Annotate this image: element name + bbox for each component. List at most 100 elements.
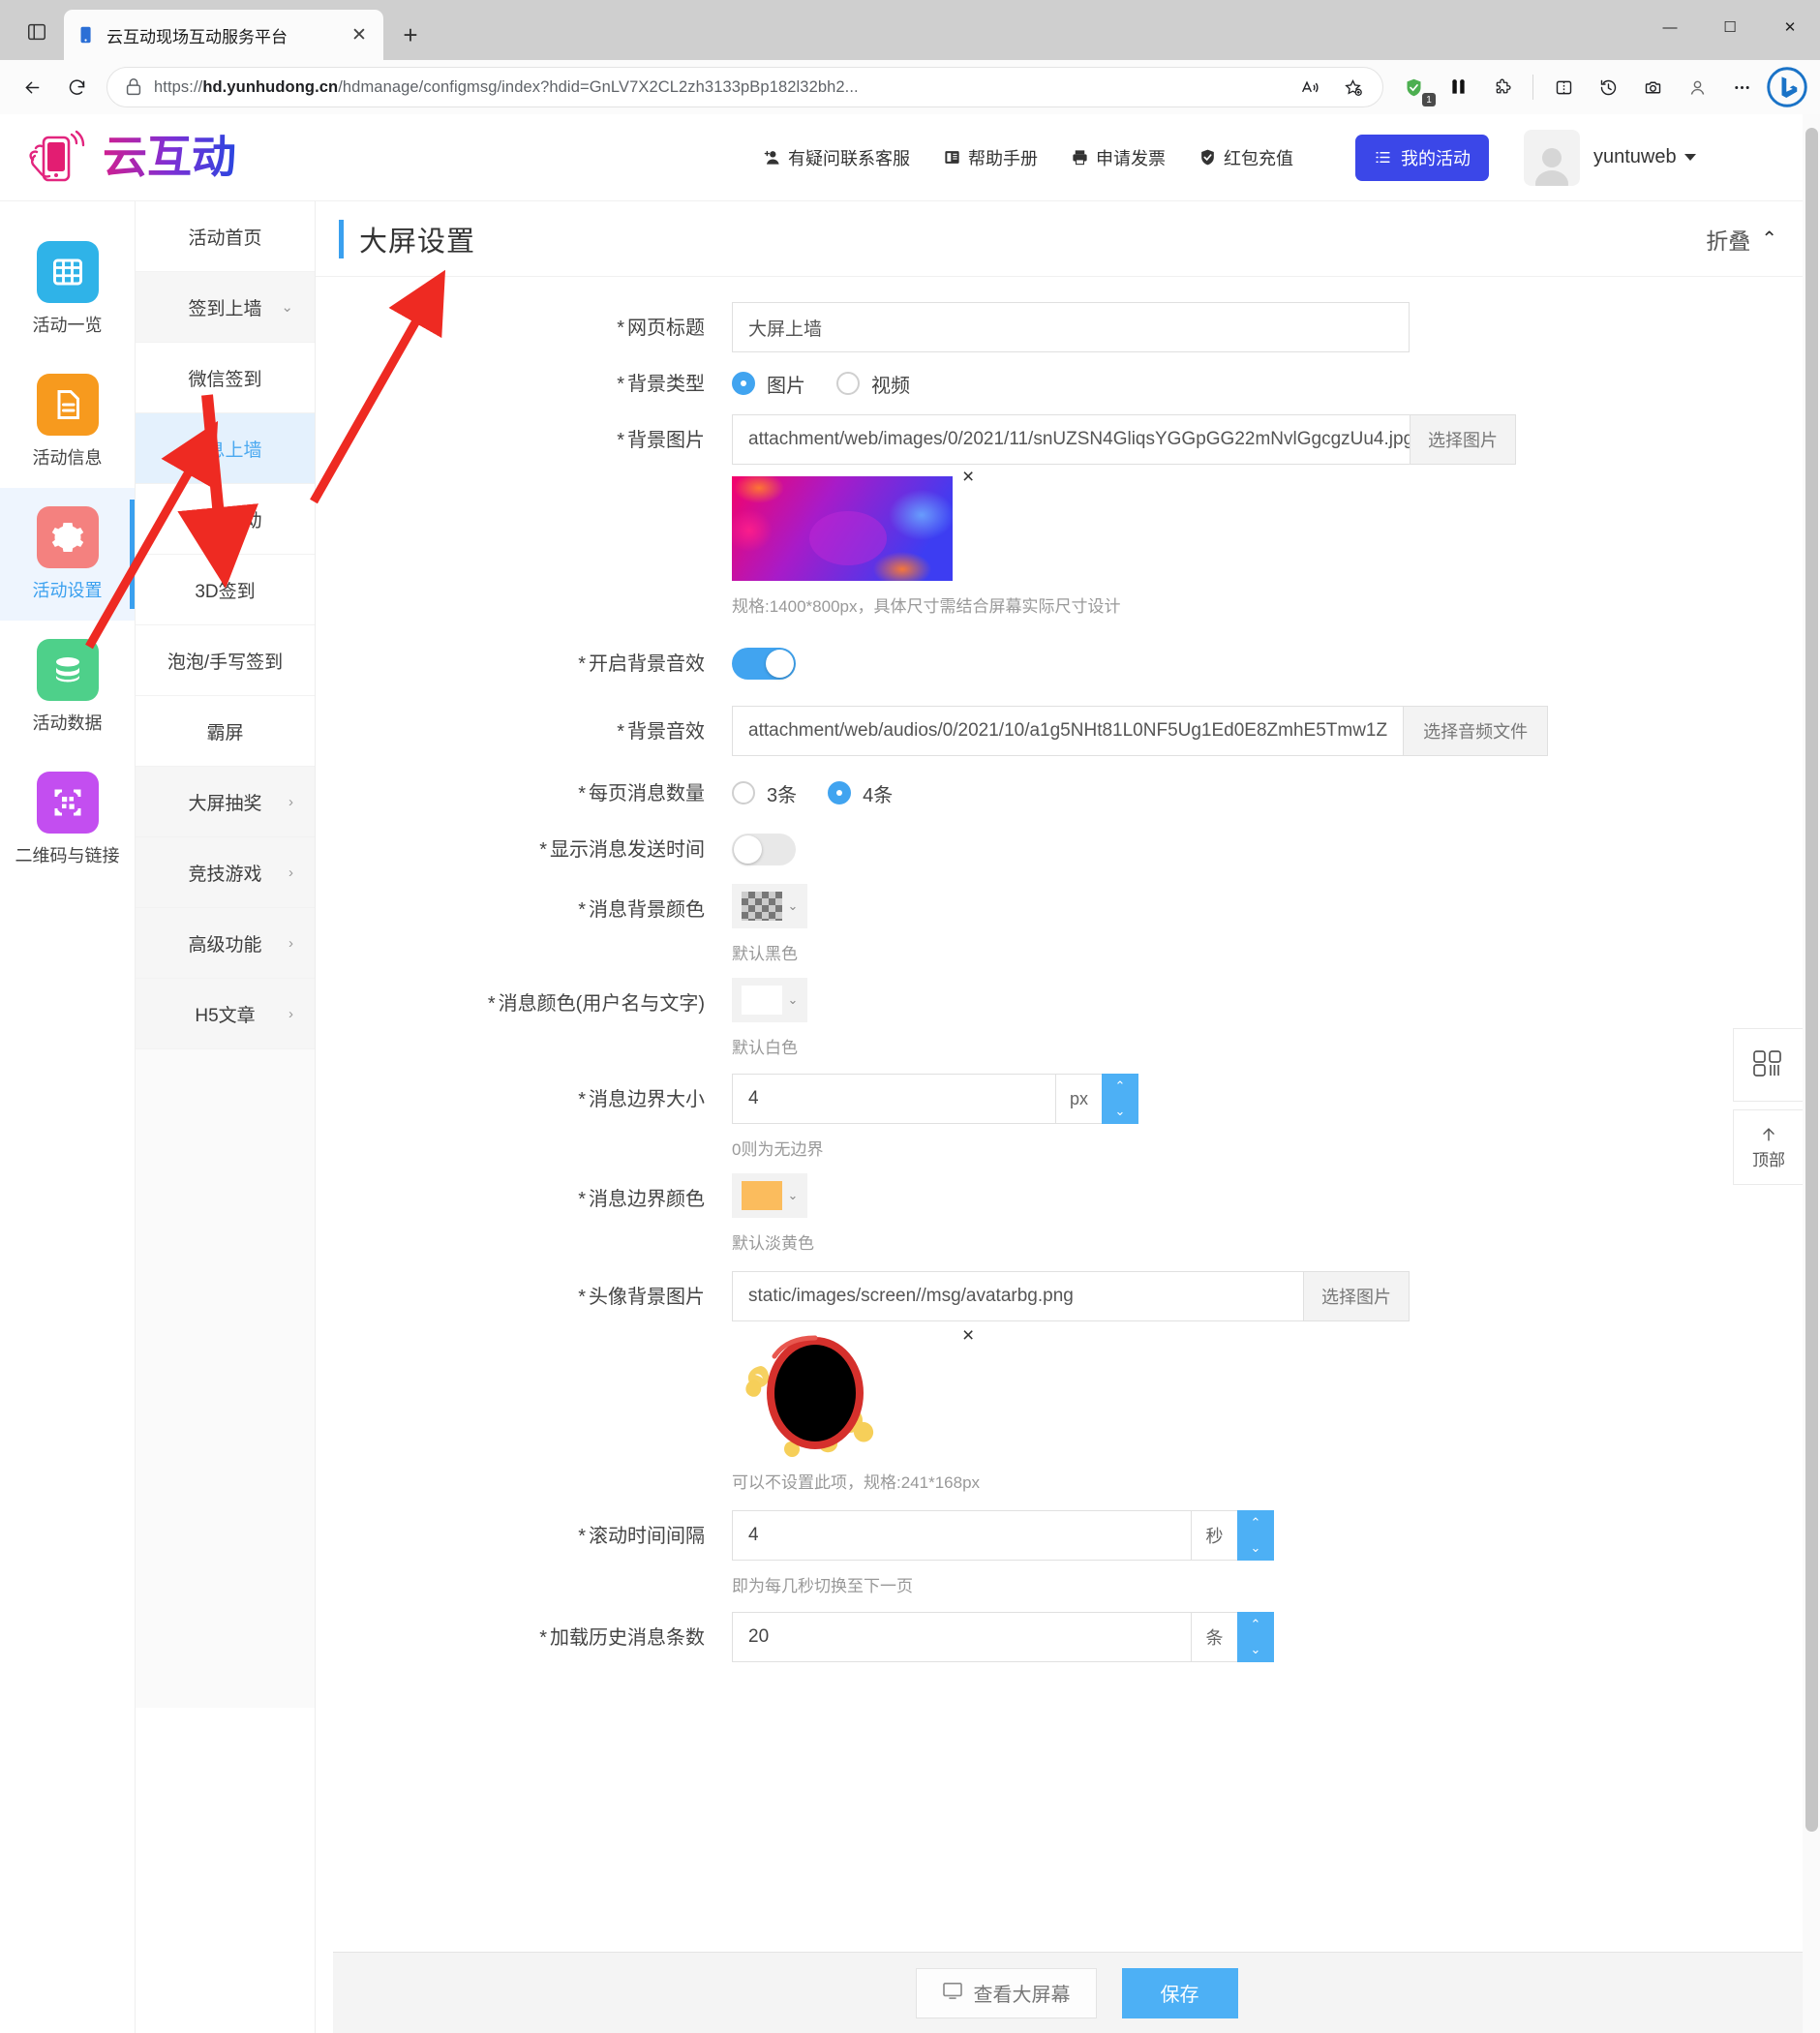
stepper-up-icon[interactable]: ⌃ (1102, 1074, 1138, 1099)
field-bg-image: * 背景图片 attachment/web/images/0/2021/11/sn… (316, 414, 1820, 617)
tab-actions-icon[interactable] (10, 8, 64, 56)
stepper-up-icon[interactable]: ⌃ (1237, 1510, 1274, 1535)
add-favorite-icon[interactable] (1332, 67, 1373, 107)
scroll-interval-stepper[interactable]: 4 秒 ⌃ ⌄ (732, 1510, 1274, 1561)
bg-type-radio-video[interactable]: 视频 (836, 370, 910, 398)
nav-label: 申请发票 (1096, 148, 1166, 168)
browser-tab[interactable]: 云互动现场互动服务平台 ✕ (64, 10, 383, 60)
favicon-icon (76, 24, 97, 46)
choose-avatar-image-button[interactable]: 选择图片 (1303, 1271, 1410, 1321)
extension-dark-icon[interactable] (1438, 67, 1478, 107)
msg-color-picker[interactable]: ⌄ (732, 978, 807, 1022)
radio-label: 4条 (863, 784, 894, 806)
submenu-item-screen-takeover[interactable]: 霸屏 (136, 696, 315, 767)
bg-image-input[interactable]: attachment/web/images/0/2021/11/snUZSN4G… (732, 414, 1413, 465)
avatar-bg-preview: × (732, 1325, 984, 1457)
sidebar-item-activity-settings[interactable]: 活动设置 (0, 488, 135, 621)
brand-logo[interactable]: 云互动 (25, 127, 259, 189)
bg-type-radio-image[interactable]: 图片 (732, 370, 805, 398)
collapse-toggle[interactable]: 折叠 ⌃ (1706, 223, 1777, 256)
bg-audio-input[interactable]: attachment/web/audios/0/2021/10/a1g5NHt8… (732, 706, 1404, 756)
read-aloud-icon[interactable] (1289, 67, 1330, 107)
more-options-icon[interactable] (1721, 67, 1762, 107)
sidebar-item-qrcode-link[interactable]: 二维码与链接 (0, 753, 135, 886)
maximize-button[interactable]: ☐ (1700, 0, 1760, 54)
submenu-group-advanced[interactable]: 高级功能 › (136, 908, 315, 979)
stepper-down-icon[interactable]: ⌄ (1237, 1637, 1274, 1662)
stepper-buttons[interactable]: ⌃ ⌄ (1102, 1074, 1138, 1124)
minimize-button[interactable]: ― (1640, 0, 1700, 54)
split-screen-icon[interactable] (1543, 67, 1584, 107)
nav-redpacket-recharge[interactable]: 红包充值 (1198, 145, 1293, 170)
submenu-group-h5-article[interactable]: H5文章 › (136, 979, 315, 1049)
profile-icon[interactable] (1677, 67, 1717, 107)
page-scrollbar[interactable] (1803, 114, 1820, 2033)
msg-border-size-stepper[interactable]: 4 px ⌃ ⌄ (732, 1074, 1138, 1124)
stepper-down-icon[interactable]: ⌄ (1237, 1535, 1274, 1561)
sidebar-item-activity-info[interactable]: 活动信息 (0, 355, 135, 488)
user-plus-icon (763, 148, 781, 167)
stepper-up-icon[interactable]: ⌃ (1237, 1612, 1274, 1637)
field-label: * 背景图片 (617, 430, 705, 451)
header-nav: 有疑问联系客服 帮助手册 申请发票 红包充值 我的活动 (763, 134, 1489, 181)
back-icon[interactable] (12, 67, 52, 107)
msg-border-size-input[interactable]: 4 (732, 1074, 1055, 1124)
field-bg-audio: * 背景音效 attachment/web/audios/0/2021/10/a1… (316, 706, 1820, 756)
history-count-stepper[interactable]: 20 条 ⌃ ⌄ (732, 1612, 1274, 1662)
msg-border-color-picker[interactable]: ⌄ (732, 1173, 807, 1218)
choose-audio-file-button[interactable]: 选择音频文件 (1403, 706, 1549, 756)
nav-help-manual[interactable]: 帮助手册 (943, 145, 1038, 170)
remove-bg-image-icon[interactable]: × (962, 467, 974, 487)
user-menu[interactable]: yuntuweb (1524, 129, 1696, 186)
apps-widget-button[interactable] (1733, 1028, 1805, 1102)
submenu-label: 消息上墙 (188, 440, 262, 461)
stepper-buttons[interactable]: ⌃ ⌄ (1237, 1612, 1274, 1662)
field-label: * 加载历史消息条数 (539, 1627, 705, 1649)
sidebar-item-activity-data[interactable]: 活动数据 (0, 621, 135, 753)
submenu-group-competitive-games[interactable]: 竞技游戏 › (136, 837, 315, 908)
submenu-item-3d-signin[interactable]: 3D签到 (136, 555, 315, 625)
extensions-icon[interactable] (1482, 67, 1523, 107)
submenu-item-message-wall[interactable]: 消息上墙 (136, 413, 315, 484)
toggle-knob (766, 650, 794, 678)
screenshot-icon[interactable] (1632, 67, 1673, 107)
scroll-interval-input[interactable]: 4 (732, 1510, 1191, 1561)
history-count-input[interactable]: 20 (732, 1612, 1191, 1662)
avatar-bg-image-input[interactable]: static/images/screen//msg/avatarbg.png (732, 1271, 1303, 1321)
show-send-time-toggle[interactable] (732, 834, 796, 865)
scrollbar-thumb[interactable] (1805, 128, 1818, 1832)
webpage-title-input[interactable]: 大屏上墙 (732, 302, 1410, 352)
bg-audio-enable-toggle[interactable] (732, 648, 796, 680)
new-tab-button[interactable]: + (389, 14, 432, 56)
copilot-icon[interactable] (1766, 66, 1808, 108)
preview-bigscreen-button[interactable]: 查看大屏幕 (915, 1967, 1097, 2018)
close-tab-icon[interactable]: ✕ (347, 22, 372, 47)
submenu-item-wechat-signin[interactable]: 微信签到 (136, 343, 315, 413)
username[interactable]: yuntuweb (1593, 146, 1696, 168)
stepper-down-icon[interactable]: ⌄ (1102, 1099, 1138, 1124)
submenu-item-activity-home[interactable]: 活动首页 (136, 201, 315, 272)
history-icon[interactable] (1588, 67, 1628, 107)
printer-icon (1071, 148, 1089, 167)
window-close-button[interactable]: ✕ (1760, 0, 1820, 54)
msgs-per-page-radio-4[interactable]: 4条 (828, 779, 893, 807)
sidebar-item-activity-list[interactable]: 活动一览 (0, 223, 135, 355)
nav-contact-support[interactable]: 有疑问联系客服 (763, 145, 910, 170)
reload-icon[interactable] (56, 67, 97, 107)
stepper-buttons[interactable]: ⌃ ⌄ (1237, 1510, 1274, 1561)
choose-bg-image-button[interactable]: 选择图片 (1410, 414, 1516, 465)
save-button[interactable]: 保存 (1121, 1967, 1238, 2018)
back-to-top-button[interactable]: 顶部 (1733, 1109, 1805, 1185)
adblock-shield-icon[interactable]: 1 (1393, 67, 1436, 107)
monitor-icon (942, 1982, 963, 2005)
submenu-item-bubble-handwrite[interactable]: 泡泡/手写签到 (136, 625, 315, 696)
submenu-group-bigscreen-lottery[interactable]: 大屏抽奖 › (136, 767, 315, 837)
submenu-group-signin-wall[interactable]: 签到上墙 ⌄ (136, 272, 315, 343)
remove-avatar-image-icon[interactable]: × (962, 1325, 974, 1346)
address-bar[interactable]: https://hd.yunhudong.cn/hdmanage/configm… (106, 67, 1383, 107)
msgs-per-page-radio-3[interactable]: 3条 (732, 779, 797, 807)
my-activity-button[interactable]: 我的活动 (1355, 134, 1489, 181)
nav-apply-invoice[interactable]: 申请发票 (1071, 145, 1166, 170)
msg-bg-color-picker[interactable]: ⌄ (732, 884, 807, 928)
submenu-item-danmaku[interactable]: 弹幕互动 (136, 484, 315, 555)
